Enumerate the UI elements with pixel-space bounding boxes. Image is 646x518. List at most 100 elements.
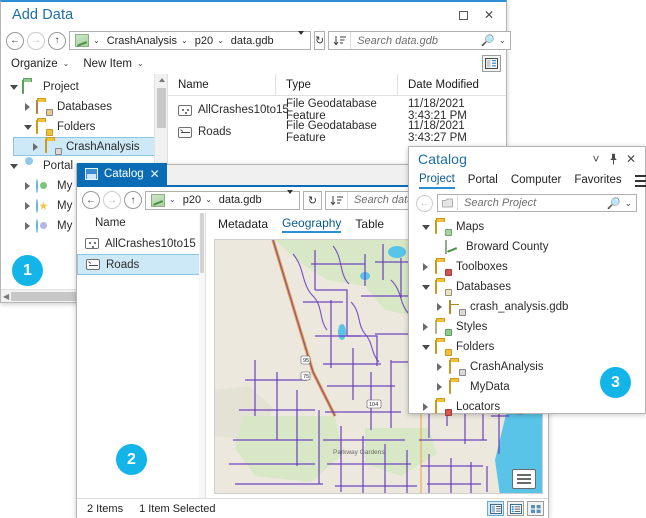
path-segment-crashanalysis[interactable]: CrashAnalysis ⌄ <box>104 32 191 49</box>
expander-down-icon[interactable] <box>7 85 20 90</box>
search-input[interactable]: Search data.gdb <box>351 35 479 47</box>
refresh-button[interactable]: ↻ <box>314 31 325 50</box>
tree-item-databases[interactable]: Databases <box>1 97 167 117</box>
up-button[interactable]: ↑ <box>48 32 66 50</box>
path-dropdown-button[interactable] <box>298 35 308 47</box>
list-item[interactable]: Roads <box>77 254 201 275</box>
list-view-button[interactable] <box>507 501 524 516</box>
expander-right-icon[interactable] <box>419 263 432 271</box>
expander-right-icon[interactable] <box>21 222 34 230</box>
organize-menu[interactable]: Organize ⌄ <box>11 58 69 70</box>
thumbnail-view-button[interactable] <box>527 501 544 516</box>
search-input[interactable]: Search Project <box>458 197 605 209</box>
back-icon: ← <box>86 195 96 206</box>
column-header-type[interactable]: Type <box>276 74 398 96</box>
scope-button[interactable] <box>438 195 458 212</box>
path-segment-p20[interactable]: p20 ⌄ <box>180 192 215 209</box>
forward-button[interactable]: → <box>103 191 121 209</box>
tab-favorites[interactable]: Favorites <box>574 174 621 188</box>
forward-button[interactable]: → <box>27 32 45 50</box>
cell-name: Roads <box>168 126 276 138</box>
tab-computer[interactable]: Computer <box>511 174 562 188</box>
path-bar[interactable]: ⌄ CrashAnalysis ⌄ p20 ⌄ data.gdb <box>69 31 311 50</box>
hamburger-menu-icon[interactable] <box>635 175 646 187</box>
tree-item-maps[interactable]: Maps <box>409 217 645 237</box>
view-toggle-button[interactable] <box>482 55 501 72</box>
expander-right-icon[interactable] <box>433 383 446 391</box>
back-icon: ← <box>420 198 430 209</box>
tab-project[interactable]: Project <box>419 173 455 189</box>
table-row[interactable]: AllCrashes10to15 File Geodatabase Featur… <box>168 99 506 121</box>
expander-down-icon[interactable] <box>419 225 432 230</box>
expander-right-icon[interactable] <box>21 182 34 190</box>
tab-catalog[interactable]: Catalog ✕ <box>77 163 167 185</box>
basemap-legend-icon[interactable] <box>512 469 536 489</box>
tree-item-folders[interactable]: Folders <box>409 337 645 357</box>
list-header: Name Type Date Modified <box>168 74 506 96</box>
tab-table[interactable]: Table <box>355 217 384 232</box>
tab-portal[interactable]: Portal <box>468 174 498 188</box>
expander-down-icon[interactable] <box>21 125 34 130</box>
tree-item-toolboxes[interactable]: Toolboxes <box>409 257 645 277</box>
refresh-button[interactable]: ↻ <box>303 191 322 210</box>
search-bar[interactable]: Search Project 🔍 ⌄ <box>437 194 637 212</box>
path-segment-datagdb[interactable]: data.gdb <box>216 192 265 209</box>
maximize-icon <box>459 11 468 20</box>
tree-item-databases[interactable]: Databases <box>409 277 645 297</box>
path-segment-p20[interactable]: p20 ⌄ <box>192 32 227 49</box>
expander-right-icon[interactable] <box>21 103 34 111</box>
path-dropdown-button[interactable] <box>287 194 297 206</box>
path-root[interactable]: ⌄ <box>72 32 103 49</box>
tree-item-crashanalysis[interactable]: CrashAnalysis <box>13 137 163 156</box>
auto-hide-button[interactable] <box>605 148 621 170</box>
close-icon[interactable]: ✕ <box>150 167 160 181</box>
column-header-name[interactable]: Name <box>168 74 276 96</box>
column-header-name[interactable]: Name <box>77 213 205 233</box>
sort-button[interactable] <box>326 192 348 209</box>
expander-right-icon[interactable] <box>21 202 34 210</box>
column-header-date[interactable]: Date Modified <box>398 74 506 96</box>
details-panel-view-button[interactable] <box>487 501 504 516</box>
chevron-down-icon[interactable]: ⌄ <box>622 198 636 209</box>
expander-down-icon[interactable] <box>419 345 432 350</box>
search-icon[interactable]: 🔍 <box>479 34 497 47</box>
list-item[interactable]: AllCrashes10to15 <box>77 233 205 254</box>
new-item-menu[interactable]: New Item ⌄ <box>83 58 143 70</box>
back-button[interactable]: ← <box>82 191 100 209</box>
tree-item-crash-analysis-gdb[interactable]: crash_analysis.gdb <box>409 297 645 317</box>
path-bar[interactable]: ⌄ p20 ⌄ data.gdb <box>145 191 300 210</box>
sort-button[interactable] <box>329 32 351 49</box>
tab-metadata[interactable]: Metadata <box>218 217 268 232</box>
back-button[interactable]: ← <box>6 32 24 50</box>
maximize-button[interactable] <box>450 4 476 26</box>
expander-down-icon[interactable] <box>7 164 20 169</box>
expander-right-icon[interactable] <box>433 303 446 311</box>
tree-item-locators[interactable]: Locators <box>409 397 645 417</box>
expander-right-icon[interactable] <box>419 323 432 331</box>
close-button[interactable]: ✕ <box>621 148 641 170</box>
tab-geography[interactable]: Geography <box>282 216 341 233</box>
expander-right-icon[interactable] <box>419 403 432 411</box>
scrollbar-thumb[interactable] <box>157 88 166 128</box>
path-segment-datagdb[interactable]: data.gdb <box>228 32 277 49</box>
search-bar[interactable]: Search data.gdb 🔍 ⌄ <box>328 31 511 50</box>
collapse-button[interactable]: ˅ <box>587 148 605 170</box>
expander-right-icon[interactable] <box>29 143 42 151</box>
path-root[interactable]: ⌄ <box>148 192 179 209</box>
scrollbar-thumb[interactable] <box>200 213 204 273</box>
up-button[interactable]: ↑ <box>124 191 142 209</box>
expander-right-icon[interactable] <box>433 363 446 371</box>
tree-item-broward-county[interactable]: Broward County <box>409 237 645 257</box>
expander-down-icon[interactable] <box>419 285 432 290</box>
tree-item-folders[interactable]: Folders <box>1 117 167 137</box>
pin-icon <box>609 153 618 165</box>
table-row[interactable]: Roads File Geodatabase Feature 11/18/202… <box>168 121 506 143</box>
tree-item-project[interactable]: Project <box>1 77 167 97</box>
tree-item-styles[interactable]: Styles <box>409 317 645 337</box>
scroll-up-icon[interactable] <box>159 78 165 82</box>
back-button[interactable]: ← <box>416 195 433 212</box>
scroll-left-icon[interactable]: ◀ <box>1 292 11 301</box>
chevron-down-icon[interactable]: ⌄ <box>497 35 511 46</box>
search-icon[interactable]: 🔍 <box>605 197 623 210</box>
close-button[interactable]: ✕ <box>476 4 502 26</box>
